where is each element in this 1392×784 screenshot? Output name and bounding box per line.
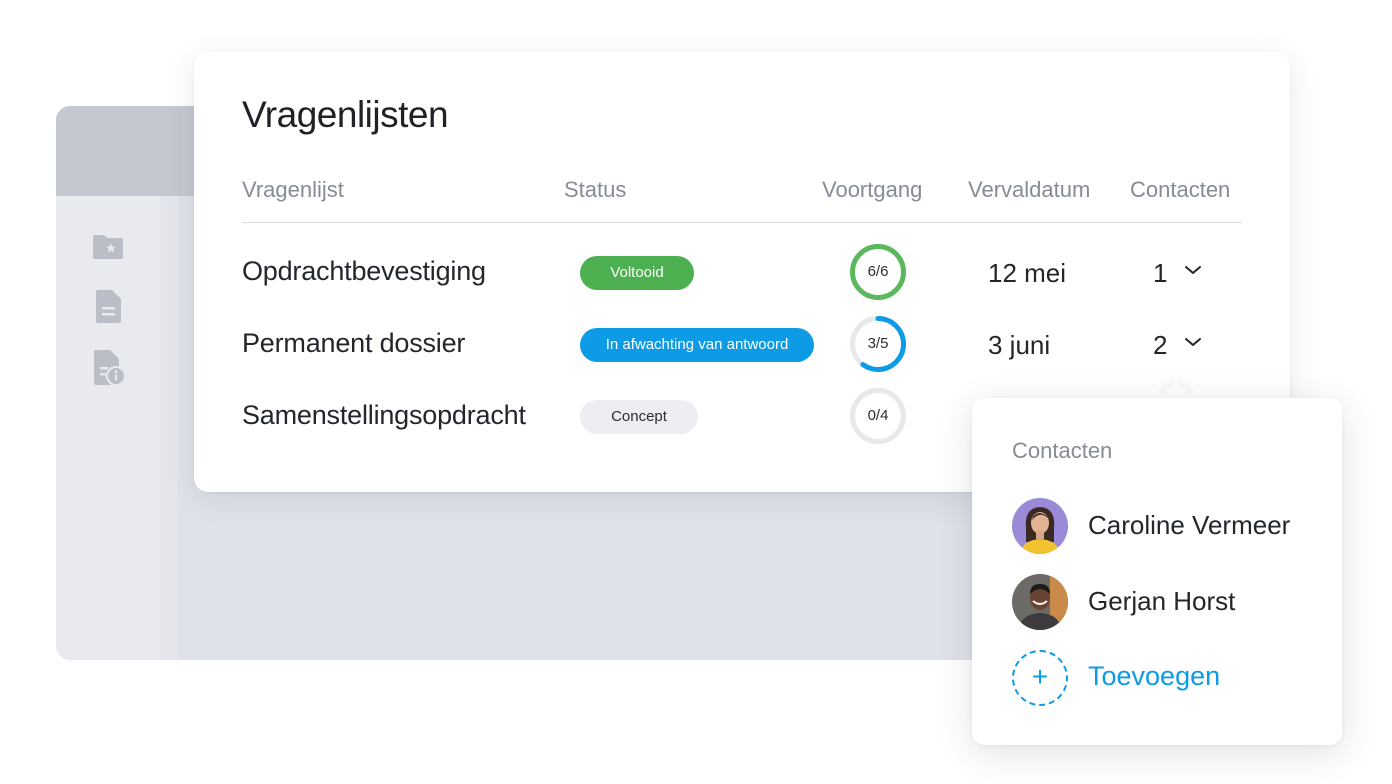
due-date: 12 mei [988, 258, 1067, 288]
contact-count[interactable]: 1 [1153, 258, 1167, 289]
questionnaire-name[interactable]: Opdrachtbevestiging [242, 256, 486, 287]
header-divider [242, 222, 1242, 223]
column-header-questionnaire[interactable]: Vragenlijst [242, 177, 344, 203]
chevron-down-icon[interactable] [1184, 264, 1202, 276]
folder-star-icon[interactable] [92, 234, 124, 260]
column-header-status[interactable]: Status [564, 177, 626, 203]
progress-label: 0/4 [867, 407, 889, 424]
contact-count[interactable]: 2 [1153, 330, 1167, 361]
contact-item[interactable]: Caroline Vermeer [1012, 498, 1332, 554]
document-info-icon[interactable] [92, 350, 126, 386]
contacts-popover: Contacten Caroline Vermeer Gerjan Horst … [972, 398, 1342, 745]
progress-ring: 0/4 [849, 387, 907, 445]
page-title: Vragenlijsten [242, 94, 449, 135]
column-header-due-date[interactable]: Vervaldatum [968, 177, 1090, 203]
sidebar-divider [160, 196, 178, 660]
progress-label: 6/6 [867, 263, 889, 280]
document-icon[interactable] [94, 290, 122, 324]
add-contact-label[interactable]: Toevoegen [1088, 661, 1220, 692]
column-header-contacts[interactable]: Contacten [1130, 177, 1230, 203]
woman-avatar [1012, 498, 1068, 554]
sidebar [56, 196, 160, 660]
questionnaire-name[interactable]: Permanent dossier [242, 328, 465, 359]
contact-item[interactable]: Gerjan Horst [1012, 574, 1332, 630]
column-header-progress[interactable]: Voortgang [822, 177, 922, 203]
questionnaire-name[interactable]: Samenstellingsopdracht [242, 400, 526, 431]
chevron-down-icon[interactable] [1184, 336, 1202, 348]
contact-name: Gerjan Horst [1088, 586, 1236, 616]
contact-name: Caroline Vermeer [1088, 510, 1291, 540]
status-badge: Voltooid [580, 256, 694, 290]
progress-label: 3/5 [867, 335, 889, 352]
plus-icon[interactable]: + [1012, 650, 1068, 706]
status-badge: In afwachting van antwoord [580, 328, 814, 362]
progress-ring: 3/5 [849, 315, 907, 373]
popover-title: Contacten [1012, 438, 1113, 463]
progress-ring: 6/6 [849, 243, 907, 301]
status-badge: Concept [580, 400, 698, 434]
due-date: 3 juni [988, 330, 1051, 360]
man-avatar [1012, 574, 1068, 630]
add-contact-button[interactable]: + Toevoegen [1012, 650, 1332, 706]
